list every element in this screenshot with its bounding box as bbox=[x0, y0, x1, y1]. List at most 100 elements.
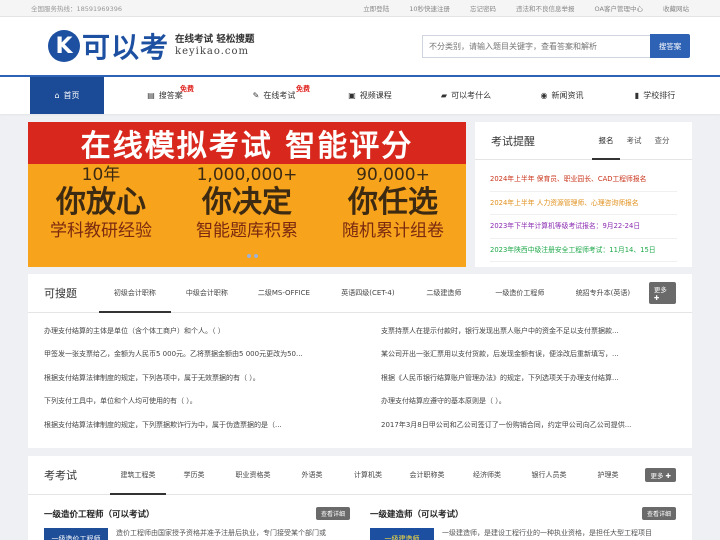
site-header: K 可以考 在线考试 轻松搜题 keyikao.com 搜答案 bbox=[0, 17, 720, 75]
nav-label: 视频课程 bbox=[359, 91, 392, 100]
more-label: 更多 bbox=[650, 472, 664, 480]
globe-icon: ◉ bbox=[540, 91, 548, 100]
reminder-list: 2024年上半年 保育员、职业园长、CAD工程师报名 2024年上半年 人力资源… bbox=[475, 160, 692, 262]
search-bar: 搜答案 bbox=[422, 34, 690, 58]
question-item[interactable]: 某公司开出一张汇票用以支付货款，后发现金额有误，便涂改后重新填写，... bbox=[381, 343, 676, 366]
tab-category[interactable]: 会计职称类 bbox=[396, 456, 458, 495]
tab-score[interactable]: 查分 bbox=[648, 122, 676, 160]
banner-number: 10年 bbox=[81, 165, 121, 185]
tab-registration[interactable]: 报名 bbox=[592, 122, 620, 160]
category-tabs: 建筑工程类 学历类 职业资格类 外语类 计算机类 会计职称类 经济师类 银行人员… bbox=[110, 456, 639, 495]
logo-domain: keyikao.com bbox=[175, 45, 249, 57]
tab-exam[interactable]: 考试 bbox=[620, 122, 648, 160]
more-button[interactable]: 更多 ✚ bbox=[648, 282, 676, 304]
carousel-dot[interactable] bbox=[247, 254, 251, 258]
carousel-dot[interactable] bbox=[254, 254, 258, 258]
banner-column: 1,000,000+ 你决定 智能题库积累 bbox=[177, 166, 317, 241]
tab-category[interactable]: 学历类 bbox=[166, 456, 222, 495]
exam-columns: 一级造价工程师（可以考试） 查看详细 一级造价工程师 造价工程师由国家授予资格并… bbox=[28, 495, 692, 540]
tab-category[interactable]: 护理类 bbox=[582, 456, 634, 495]
exam-description: 造价工程师由国家授予资格并准予注册后执业，专门接受某个部门或 bbox=[116, 529, 326, 537]
tab-subject[interactable]: 二级MS-OFFICE bbox=[243, 274, 325, 313]
exam-reminder-panel: 考试提醒 报名 考试 查分 2024年上半年 保育员、职业园长、CAD工程师报名… bbox=[475, 122, 692, 267]
banner-caption: 学科教研经验 bbox=[50, 220, 152, 241]
exam-column-body: 一级造价工程师 造价工程师由国家授予资格并准予注册后执业，专门接受某个部门或 bbox=[44, 528, 350, 540]
nav-online-exam[interactable]: ✎ 在线考试 免费 bbox=[226, 77, 322, 114]
nav-label: 学校排行 bbox=[643, 91, 676, 100]
reminder-item[interactable]: 2023年下半年计算机等级考试报名：9月22-24日 bbox=[490, 215, 677, 239]
tab-category[interactable]: 经济师类 bbox=[458, 456, 516, 495]
tab-category[interactable]: 银行人员类 bbox=[516, 456, 582, 495]
nav-search-answers[interactable]: ▤ 搜答案 免费 bbox=[104, 77, 226, 114]
tab-category[interactable]: 建筑工程类 bbox=[110, 456, 166, 495]
exam-title[interactable]: 一级建造师（可以考试） bbox=[370, 508, 464, 520]
forgot-password-link[interactable]: 忘记密码 bbox=[470, 3, 496, 13]
tab-category[interactable]: 职业资格类 bbox=[222, 456, 284, 495]
banner-column: 90,000+ 你任选 随机累计组卷 bbox=[323, 166, 463, 241]
report-link[interactable]: 违法和不良信息举报 bbox=[516, 3, 575, 13]
hotline-text: 全国服务热线：18591969396 bbox=[31, 5, 122, 13]
tab-category[interactable]: 计算机类 bbox=[340, 456, 396, 495]
exam-column-header: 一级建造师（可以考试） 查看详细 bbox=[370, 507, 676, 520]
pencil-icon: ✎ bbox=[252, 91, 260, 100]
exam-thumbnail[interactable]: 一级建造师 bbox=[370, 528, 434, 540]
list-icon: ▤ bbox=[147, 91, 155, 100]
reminder-tabs: 报名 考试 查分 bbox=[592, 122, 676, 160]
register-link[interactable]: 10秒快速注册 bbox=[409, 3, 450, 13]
oa-link[interactable]: OA客户管理中心 bbox=[595, 3, 643, 13]
subject-tabs: 初级会计职称 中级会计职称 二级MS-OFFICE 英语四级(CET-4) 二级… bbox=[98, 274, 643, 313]
reminder-item[interactable]: 2023年陕西中级注册安全工程师考试：11月14、15日 bbox=[490, 239, 677, 262]
nav-school-ranking[interactable]: ▮ 学校排行 bbox=[610, 77, 700, 114]
nav-video-courses[interactable]: ▣ 视频课程 bbox=[322, 77, 418, 114]
question-item[interactable]: 根据支付结算法律制度的规定，下列各项中，属于无效票据的有（ ）。 bbox=[44, 367, 339, 390]
banner-number: 90,000+ bbox=[356, 165, 430, 185]
tab-subject[interactable]: 中级会计职称 bbox=[171, 274, 243, 313]
banner-caption: 随机累计组卷 bbox=[342, 220, 444, 241]
nav-what-to-take[interactable]: ▰ 可以考什么 bbox=[418, 77, 514, 114]
reminder-item[interactable]: 2024年上半年 人力资源管理师、心理咨询师报名 bbox=[490, 192, 677, 215]
exam-title[interactable]: 一级造价工程师（可以考试） bbox=[44, 508, 155, 520]
banner-slogan: 你决定 bbox=[202, 184, 292, 220]
banner-column: 10年 你放心 学科教研经验 bbox=[31, 166, 171, 241]
tab-subject[interactable]: 英语四级(CET-4) bbox=[325, 274, 411, 313]
question-item[interactable]: 根据《人民币银行结算账户管理办法》的规定，下列选项关于办理支付结算... bbox=[381, 367, 676, 390]
banner-columns: 10年 你放心 学科教研经验 1,000,000+ 你决定 智能题库积累 90,… bbox=[28, 166, 466, 241]
question-item[interactable]: 2017年3月8日甲公司和乙公司签订了一份购销合同，约定甲公司向乙公司提供... bbox=[381, 414, 676, 437]
question-item[interactable]: 下列支付工具中，单位和个人均可使用的有（ ）。 bbox=[44, 390, 339, 413]
nav-news[interactable]: ◉ 新闻资讯 bbox=[514, 77, 610, 114]
promo-banner[interactable]: 在线模拟考试 智能评分 10年 你放心 学科教研经验 1,000,000+ 你决… bbox=[28, 122, 466, 267]
question-item[interactable]: 甲签发一张支票给乙，金额为人民币5 000元。乙将票据金额由5 000元更改为5… bbox=[44, 343, 339, 366]
view-detail-button[interactable]: 查看详细 bbox=[641, 507, 676, 520]
more-button[interactable]: 更多 ✚ bbox=[645, 468, 676, 482]
banner-headline: 在线模拟考试 智能评分 bbox=[28, 122, 466, 164]
main-nav: ⌂ 首页 ▤ 搜答案 免费 ✎ 在线考试 免费 ▣ 视频课程 ▰ 可以考什么 ◉… bbox=[0, 75, 720, 114]
exam-thumbnail[interactable]: 一级造价工程师 bbox=[44, 528, 108, 540]
nav-label: 首页 bbox=[63, 91, 80, 100]
reminder-item[interactable]: 2024年上半年 保育员、职业园长、CAD工程师报名 bbox=[490, 168, 677, 192]
home-icon: ⌂ bbox=[54, 91, 60, 100]
more-label: 更多 bbox=[653, 286, 667, 294]
view-detail-button[interactable]: 查看详细 bbox=[315, 507, 350, 520]
reminder-title: 考试提醒 bbox=[491, 134, 535, 148]
tab-subject[interactable]: 初级会计职称 bbox=[98, 274, 171, 313]
exam-column-body: 一级建造师 一级建造师，是建设工程行业的一种执业资格，是担任大型工程项目 bbox=[370, 528, 676, 540]
bookmark-link[interactable]: 收藏网站 bbox=[663, 3, 689, 13]
site-logo[interactable]: K 可以考 在线考试 轻松搜题 keyikao.com bbox=[48, 26, 254, 66]
search-button[interactable]: 搜答案 bbox=[650, 34, 690, 58]
banner-slogan: 你放心 bbox=[56, 184, 146, 220]
tab-subject[interactable]: 一级造价工程师 bbox=[477, 274, 563, 313]
top-bar: 全国服务热线：18591969396 立即登陆 10秒快速注册 忘记密码 违法和… bbox=[0, 0, 720, 17]
nav-home[interactable]: ⌂ 首页 bbox=[30, 77, 104, 114]
exam-column-header: 一级造价工程师（可以考试） 查看详细 bbox=[44, 507, 350, 520]
search-input[interactable] bbox=[422, 34, 650, 58]
tab-subject[interactable]: 二级建造师 bbox=[411, 274, 477, 313]
question-item[interactable]: 办理支付结算的主体是单位（含个体工商户）和个人。（ ） bbox=[44, 320, 339, 343]
tab-subject[interactable]: 统招专升本(英语) bbox=[563, 274, 643, 313]
question-item[interactable]: 办理支付结算应遵守的基本原则是（ ）。 bbox=[381, 390, 676, 413]
login-link[interactable]: 立即登陆 bbox=[363, 3, 389, 13]
tab-category[interactable]: 外语类 bbox=[284, 456, 340, 495]
question-item[interactable]: 根据支付结算法律制度的规定，下列票据欺诈行为中，属于伪造票据的是（... bbox=[44, 414, 339, 437]
question-item[interactable]: 支票持票人在提示付款时，银行发现出票人账户中的资金不足以支付票据款... bbox=[381, 320, 676, 343]
top-links: 立即登陆 10秒快速注册 忘记密码 违法和不良信息举报 OA客户管理中心 收藏网… bbox=[363, 3, 689, 13]
carousel-dots[interactable] bbox=[247, 254, 258, 258]
